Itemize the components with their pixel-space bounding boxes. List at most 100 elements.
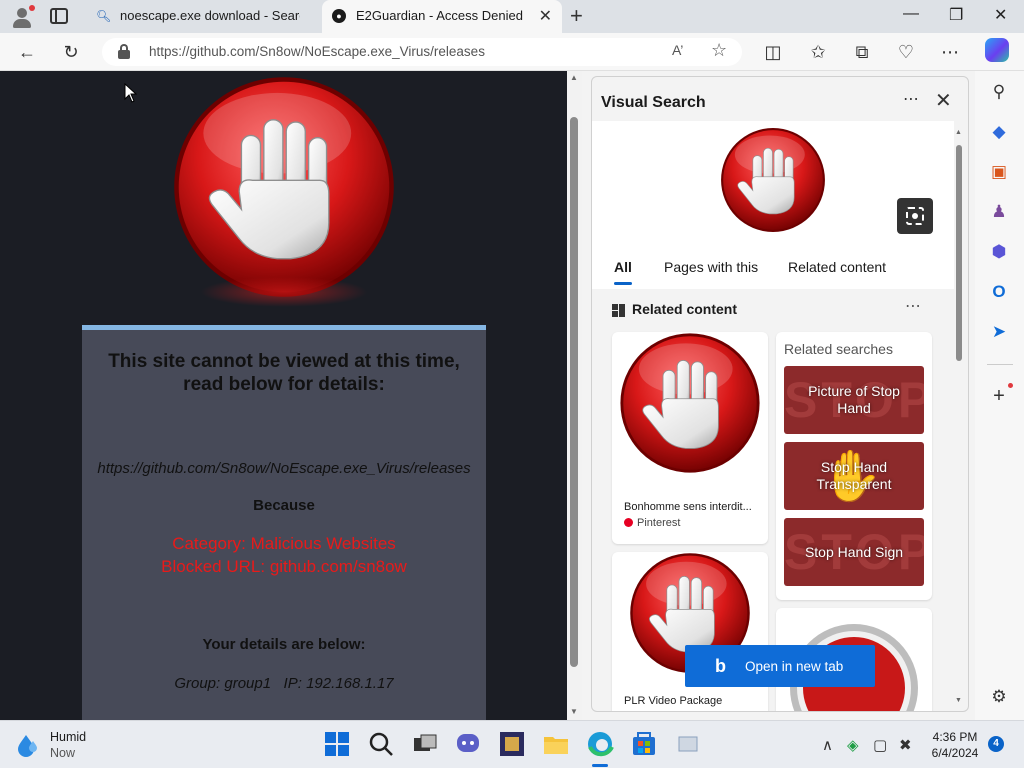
query-image-area: [592, 121, 954, 247]
edge-icon[interactable]: [585, 729, 615, 759]
related-searches-title: Related searches: [784, 341, 893, 357]
tab-actions-icon[interactable]: [50, 8, 68, 24]
app-window-icon[interactable]: [673, 729, 703, 759]
clock-date: 6/4/2024: [931, 746, 979, 760]
refresh-icon[interactable]: ↻: [59, 40, 83, 64]
tray-chevron-icon[interactable]: ∧: [822, 736, 833, 754]
task-view-icon[interactable]: [410, 729, 440, 759]
add-icon[interactable]: +: [988, 385, 1010, 407]
file-explorer-icon[interactable]: [541, 729, 571, 759]
related-search-label: Picture of Stop Hand: [808, 383, 900, 416]
search-icon[interactable]: ⚲: [988, 81, 1010, 103]
visual-crop-icon[interactable]: [897, 198, 933, 234]
store-icon[interactable]: [629, 729, 659, 759]
related-search-tile[interactable]: STOP Stop Hand Sign: [784, 518, 924, 586]
new-tab-icon[interactable]: +: [570, 3, 583, 29]
scroll-thumb[interactable]: [956, 145, 962, 361]
minimize-icon[interactable]: —: [903, 5, 919, 23]
block-message-panel: This site cannot be viewed at this time,…: [82, 325, 486, 720]
microsoft-365-icon[interactable]: ⬢: [988, 241, 1010, 263]
tab-all[interactable]: All: [614, 259, 632, 285]
clock[interactable]: 4:36 PM 6/4/2024: [929, 729, 981, 761]
result-title[interactable]: Bonhomme sens interdit...: [624, 501, 760, 513]
network-icon[interactable]: ▢: [873, 736, 887, 754]
weather-condition: Humid: [50, 730, 87, 744]
tools-icon[interactable]: ▣: [988, 161, 1010, 183]
close-tab-icon[interactable]: ✕: [539, 6, 552, 26]
related-search-tile[interactable]: STOP Picture of Stop Hand: [784, 366, 924, 434]
scroll-up-icon[interactable]: ▲: [570, 73, 578, 82]
pane-close-icon[interactable]: ✕: [935, 88, 952, 113]
profile-avatar-icon[interactable]: [9, 4, 35, 30]
github-icon: ●: [332, 9, 346, 23]
weather-time: Now: [50, 746, 76, 760]
visual-search-pane: Visual Search ⋯ ✕ All Pages with this Re…: [591, 76, 969, 712]
related-more-icon[interactable]: ⋯: [905, 296, 922, 316]
scroll-down-icon[interactable]: ▼: [955, 697, 962, 704]
bing-icon: b: [715, 656, 726, 676]
more-menu-icon[interactable]: ⋯: [938, 40, 962, 64]
split-screen-icon[interactable]: ◫: [761, 40, 785, 64]
shopping-tag-icon[interactable]: ◆: [988, 121, 1010, 143]
scroll-up-icon[interactable]: ▲: [955, 129, 962, 136]
weather-widget[interactable]: Humid Now: [16, 729, 126, 763]
pane-title: Visual Search: [601, 94, 706, 111]
browser-essentials-icon[interactable]: ♡: [894, 40, 918, 64]
because-label: Because: [253, 497, 315, 514]
restore-icon[interactable]: ❐: [949, 5, 963, 25]
app-icon[interactable]: [497, 729, 527, 759]
tab-pages-with-this[interactable]: Pages with this: [664, 259, 758, 275]
search-icon: 🔍︎: [96, 9, 112, 23]
tab-strip: 🔍︎ noescape.exe download - Search ● E2Gu…: [0, 0, 1024, 33]
block-category: Category: Malicious Websites: [172, 534, 396, 553]
pane-more-icon[interactable]: ⋯: [903, 89, 920, 109]
result-card[interactable]: Bonhomme sens interdit... Pinterest: [612, 332, 768, 544]
security-icon[interactable]: ◈: [847, 736, 859, 754]
notification-dot: [29, 5, 35, 11]
favorite-star-icon[interactable]: ☆: [711, 40, 727, 61]
pane-scrollbar[interactable]: ▲ ▼: [954, 127, 964, 707]
stop-hand-image: [172, 75, 396, 299]
scroll-thumb[interactable]: [570, 117, 578, 667]
result-title[interactable]: PLR Video Package: [624, 695, 760, 707]
result-image: [619, 332, 761, 474]
favorites-icon[interactable]: ✩: [806, 40, 830, 64]
tab-search[interactable]: 🔍︎ noescape.exe download - Search: [86, 0, 322, 33]
windows-start-icon[interactable]: [322, 729, 352, 759]
clock-time: 4:36 PM: [932, 730, 978, 744]
notification-badge[interactable]: 4: [988, 736, 1004, 752]
back-icon[interactable]: ←: [15, 40, 39, 64]
outlook-icon[interactable]: O: [988, 281, 1010, 303]
notification-dot: [1008, 383, 1013, 388]
grid-icon: [612, 304, 625, 317]
send-icon[interactable]: ➤: [988, 321, 1010, 343]
games-icon[interactable]: ♟: [988, 201, 1010, 223]
open-in-new-tab-button[interactable]: b Open in new tab: [685, 645, 875, 687]
active-app-indicator: [592, 764, 608, 767]
search-icon[interactable]: [366, 729, 396, 759]
tab-related-content[interactable]: Related content: [788, 259, 886, 275]
blocked-url: https://github.com/Sn8ow/NoEscape.exe_Vi…: [97, 460, 471, 477]
address-bar[interactable]: https://github.com/Sn8ow/NoEscape.exe_Vi…: [102, 38, 742, 66]
glow-decoration: [200, 277, 368, 307]
tab-e2guardian[interactable]: ● E2Guardian - Access Denied ✕: [322, 0, 562, 33]
related-search-label: Stop Hand Transparent: [816, 459, 892, 492]
settings-gear-icon[interactable]: ⚙: [988, 686, 1010, 708]
chat-icon[interactable]: [453, 729, 483, 759]
taskbar: Humid Now ∧ ◈ ▢ ✖ 4:36 PM 6/4/2024 4: [0, 720, 1024, 768]
collections-icon[interactable]: ⧉: [850, 40, 874, 64]
url-text[interactable]: https://github.com/Sn8ow/NoEscape.exe_Vi…: [149, 44, 485, 59]
volume-muted-icon[interactable]: ✖: [899, 736, 912, 754]
related-content-heading: Related content: [632, 301, 738, 317]
details-heading: Your details are below:: [202, 636, 366, 653]
lock-icon[interactable]: [118, 44, 130, 59]
related-search-label: Stop Hand Sign: [804, 543, 904, 560]
scroll-down-icon[interactable]: ▼: [570, 707, 578, 716]
read-aloud-icon[interactable]: A’: [672, 42, 683, 58]
related-search-tile[interactable]: ✋ Stop Hand Transparent: [784, 442, 924, 510]
result-card[interactable]: PLR Video Package: [612, 552, 768, 711]
copilot-icon[interactable]: [985, 38, 1009, 62]
page-scrollbar[interactable]: ▲ ▼: [567, 71, 582, 720]
toolbar: ← ↻ https://github.com/Sn8ow/NoEscape.ex…: [0, 33, 1024, 71]
close-window-icon[interactable]: ✕: [994, 5, 1007, 25]
